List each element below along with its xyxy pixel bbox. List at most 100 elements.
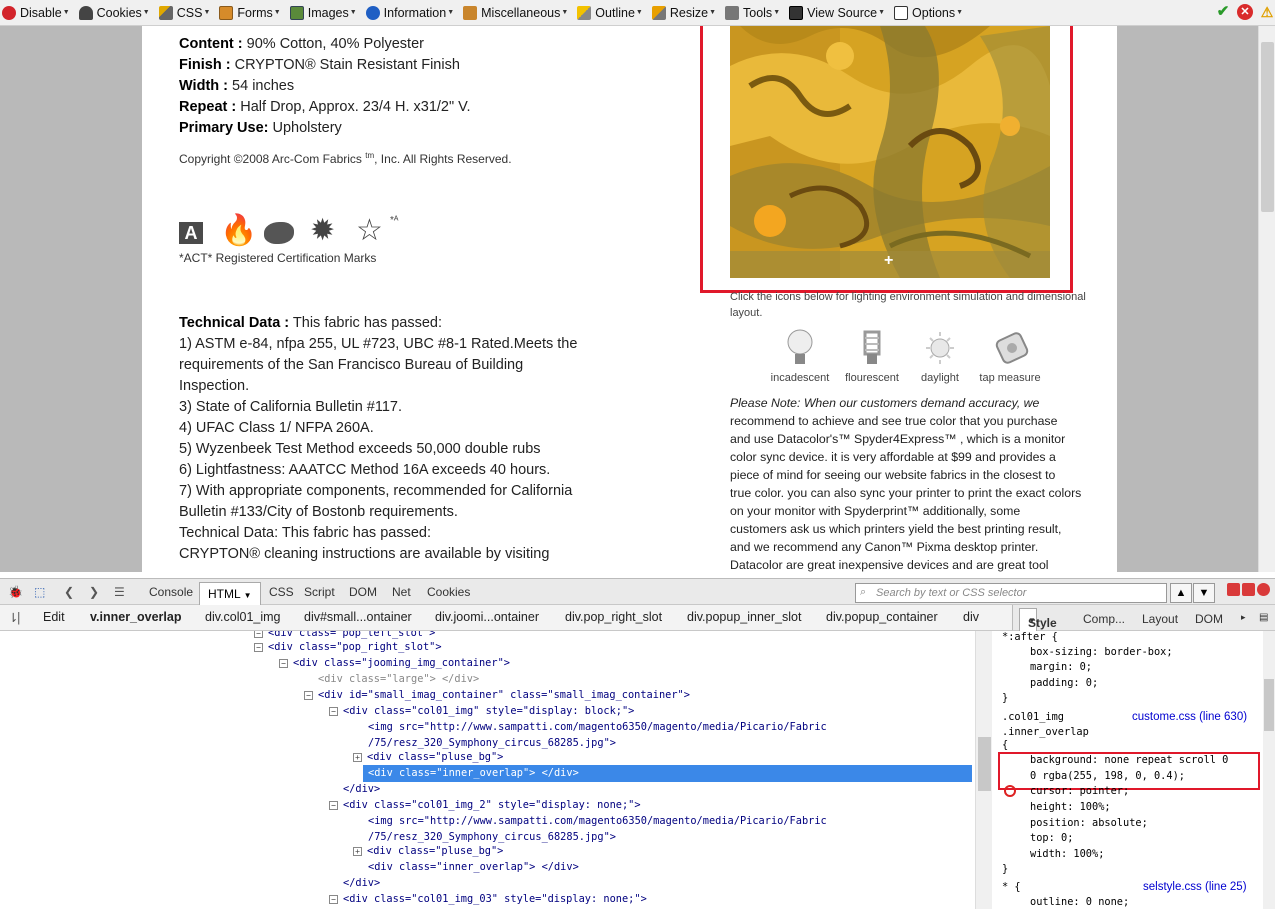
css-selector: .col01_img	[1002, 711, 1064, 723]
toolbar-view-source[interactable]: View Source ▼	[787, 2, 888, 24]
toolbar-disable[interactable]: Disable ▼	[0, 2, 73, 24]
tab-net[interactable]: Net	[392, 585, 411, 599]
style-scrollbar[interactable]	[1263, 631, 1275, 909]
tree-node[interactable]: <div class="inner_overlap"> </div>	[368, 859, 579, 875]
css-property[interactable]: box-sizing: border-box;	[1030, 644, 1173, 660]
edit-button[interactable]: Edit	[43, 610, 65, 624]
options-icon	[894, 5, 909, 20]
css-brace: {	[1002, 739, 1009, 751]
tab-style[interactable]: Style ▼	[1019, 608, 1057, 631]
tree-node[interactable]: </div>	[343, 875, 380, 891]
toolbar-outline[interactable]: Outline ▼	[575, 2, 646, 24]
crumb-jooming-container[interactable]: div.joomi...ontainer	[435, 610, 539, 624]
toolbar-tools[interactable]: Tools ▼	[723, 2, 783, 24]
toolbar-options[interactable]: Options ▼	[892, 2, 966, 24]
close-icon[interactable]	[1257, 583, 1270, 596]
style-scrollbar-thumb[interactable]	[1264, 679, 1274, 731]
lighting-daylight[interactable]: daylight	[900, 328, 980, 384]
css-property[interactable]: cursor: pointer;	[1030, 783, 1129, 799]
back-icon[interactable]: ❮	[64, 585, 74, 599]
menu-icon[interactable]: ☰	[114, 585, 125, 599]
crumb-inner-overlap[interactable]: v.inner_overlap	[90, 610, 181, 624]
lighting-tape-measure[interactable]: tap measure	[970, 328, 1050, 384]
css-property[interactable]: padding: 0;	[1030, 675, 1098, 691]
page-scrollbar-thumb[interactable]	[1261, 42, 1274, 212]
please-note-text: Please Note: When our customers demand a…	[730, 396, 1082, 572]
search-input[interactable]: ⌕ Search by text or CSS selector	[855, 583, 1167, 603]
tab-css[interactable]: CSS	[269, 585, 294, 599]
toolbar-information[interactable]: Information ▼	[364, 2, 457, 24]
tab-layout[interactable]: Layout	[1142, 612, 1178, 626]
css-brace: }	[1002, 692, 1009, 704]
lighting-incandescent[interactable]: incadescent	[760, 328, 840, 384]
crumb-pop-right-slot[interactable]: div.pop_right_slot	[565, 610, 662, 624]
firebug-icon[interactable]: 🐞	[8, 585, 23, 599]
panel-menu-icon[interactable]: ▤	[1259, 612, 1268, 623]
crumb-small-container[interactable]: div#small...ontainer	[304, 610, 412, 624]
tree-node[interactable]: − <div class="jooming_img_container">	[279, 655, 510, 671]
cert-caption: *ACT* Registered Certification Marks	[179, 251, 377, 265]
tree-node[interactable]: <img src="http://www.sampatti.com/magent…	[368, 719, 827, 735]
breakpoint-icon[interactable]: ⇂⎸	[8, 610, 31, 626]
tab-dom[interactable]: DOM	[349, 585, 377, 599]
minimize-icon[interactable]	[1227, 583, 1240, 596]
css-brace: }	[1002, 863, 1009, 875]
inspect-icon[interactable]: ⬚	[34, 585, 45, 599]
tech-line: CRYPTON® cleaning instructions are avail…	[179, 546, 550, 562]
tab-side-dom[interactable]: DOM	[1195, 612, 1223, 626]
tab-cookies[interactable]: Cookies	[427, 585, 470, 599]
tree-node[interactable]: − <div id="small_imag_container" class="s…	[304, 687, 690, 703]
css-property[interactable]: height: 100%;	[1030, 799, 1111, 815]
tab-html[interactable]: HTML ▼	[199, 582, 261, 606]
toolbar-css[interactable]: CSS ▼	[157, 2, 214, 24]
resize-icon	[651, 5, 666, 20]
tree-node[interactable]: <img src="http://www.sampatti.com/magent…	[368, 813, 827, 829]
toolbar-miscellaneous[interactable]: Miscellaneous ▼	[461, 2, 571, 24]
tab-computed[interactable]: Comp...	[1083, 612, 1125, 626]
tree-node[interactable]: − <div class="col01_img_03" style="displa…	[329, 891, 647, 907]
error-icon[interactable]: ✕	[1237, 4, 1253, 20]
daylight-sun-icon	[925, 328, 955, 368]
css-property[interactable]: margin: 0;	[1030, 659, 1092, 675]
css-property[interactable]: top: 0;	[1030, 830, 1073, 846]
disable-property-icon[interactable]	[1004, 785, 1016, 797]
tech-line: 5) Wyzenbeek Test Method exceeds 50,000 …	[179, 441, 541, 457]
tab-script[interactable]: Script	[304, 585, 335, 599]
toolbar-forms[interactable]: Forms ▼	[217, 2, 283, 24]
chevron-down-icon: ▼	[243, 591, 252, 600]
forward-icon[interactable]: ❯	[89, 585, 99, 599]
tree-node[interactable]: + <div class="pluse_bg">	[353, 749, 503, 765]
warning-icon[interactable]: ⚠	[1259, 4, 1275, 20]
css-property[interactable]: outline: 0 none;	[1030, 894, 1129, 909]
css-property[interactable]: width: 100%;	[1030, 846, 1104, 862]
crumb-popup-inner-slot[interactable]: div.popup_inner_slot	[687, 610, 801, 624]
miscellaneous-icon	[463, 5, 478, 20]
crumb-col01-img[interactable]: div.col01_img	[205, 610, 281, 624]
tree-node[interactable]: </div>	[343, 781, 380, 797]
chevron-right-icon[interactable]: ▸	[1241, 612, 1246, 623]
tree-scrollbar-thumb[interactable]	[978, 737, 991, 791]
css-property[interactable]: position: absolute;	[1030, 815, 1148, 831]
spec-primary-use: Primary Use: Upholstery	[179, 120, 342, 136]
detach-icon[interactable]	[1242, 583, 1255, 596]
toolbar-images[interactable]: Images ▼	[288, 2, 360, 24]
tree-node[interactable]: <div class="large"> </div>	[318, 671, 479, 687]
toolbar-resize[interactable]: Resize ▼	[650, 2, 719, 24]
crumb-div[interactable]: div	[963, 610, 979, 624]
tab-console[interactable]: Console	[149, 585, 193, 599]
toolbar-cookies[interactable]: Cookies ▼	[77, 2, 153, 24]
crumb-popup-container[interactable]: div.popup_container	[826, 610, 938, 624]
css-source-link[interactable]: custome.css (line 630)	[1132, 709, 1247, 725]
search-prev-button[interactable]: ▲	[1170, 583, 1192, 603]
search-next-button[interactable]: ▼	[1193, 583, 1215, 603]
tree-node[interactable]: − <div class="pop_right_slot">	[254, 639, 442, 655]
tree-scrollbar[interactable]	[975, 631, 992, 909]
tree-node[interactable]: − <div class="col01_img_2" style="display…	[329, 797, 641, 813]
tree-node[interactable]: − <div class="col01_img" style="display: …	[329, 703, 634, 719]
selected-tree-node[interactable]: <div class="inner_overlap"> </div>	[363, 765, 972, 782]
tech-line: 4) UFAC Class 1/ NFPA 260A.	[179, 420, 374, 436]
css-source-link[interactable]: selstyle.css (line 25)	[1143, 879, 1247, 895]
validate-ok-icon[interactable]: ✔	[1215, 4, 1231, 20]
tree-node[interactable]: + <div class="pluse_bg">	[353, 843, 503, 859]
page-scrollbar[interactable]	[1258, 26, 1275, 572]
